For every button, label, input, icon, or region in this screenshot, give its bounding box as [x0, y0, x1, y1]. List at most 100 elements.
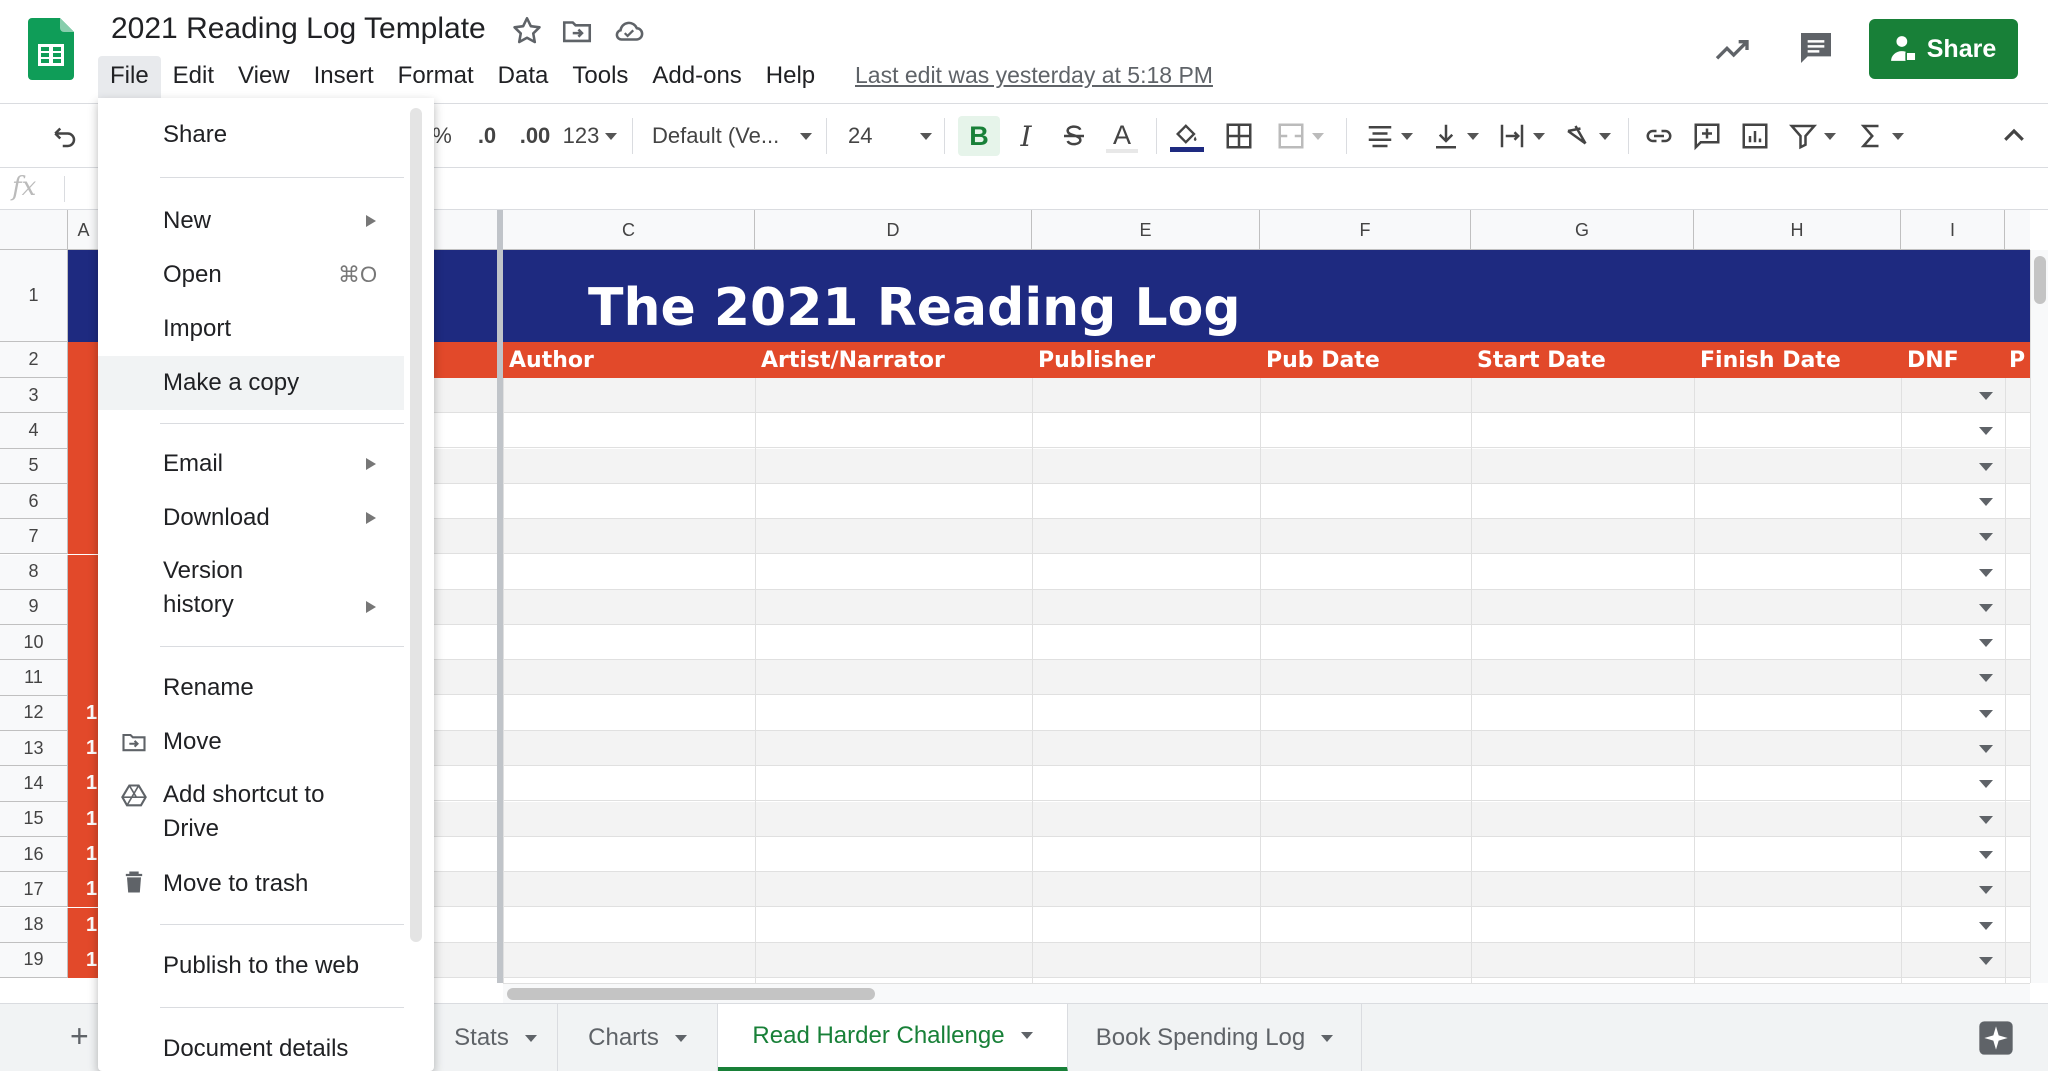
sheet-tab-book-spending-log[interactable]: Book Spending Log	[1068, 1004, 1362, 1071]
functions-button[interactable]	[1852, 116, 1908, 156]
frozen-column-divider[interactable]	[497, 210, 503, 983]
column-header-h[interactable]: H	[1694, 210, 1901, 250]
bold-button[interactable]: B	[958, 116, 1000, 156]
menu-add-ons[interactable]: Add-ons	[640, 56, 753, 98]
dropdown-arrow-icon[interactable]	[1979, 921, 1993, 930]
column-a-cell[interactable]	[68, 342, 98, 378]
dropdown-arrow-icon[interactable]	[1979, 886, 1993, 895]
header-cell-dnf[interactable]: DNF	[1901, 342, 2005, 378]
select-all-corner[interactable]	[0, 210, 68, 250]
explore-icon[interactable]	[1976, 1018, 2016, 1058]
decrease-decimal-button[interactable]: .0	[470, 116, 504, 156]
header-cell-p[interactable]: P	[2005, 342, 2030, 378]
star-icon[interactable]	[510, 14, 544, 48]
menu-item-import[interactable]: Import	[98, 302, 404, 356]
row-header[interactable]: 2	[0, 342, 68, 378]
document-title[interactable]: 2021 Reading Log Template	[111, 12, 486, 46]
row-header[interactable]: 7	[0, 519, 68, 555]
column-a-cell[interactable]	[68, 378, 98, 414]
dropdown-arrow-icon[interactable]	[1979, 462, 1993, 471]
menu-item-new[interactable]: New	[98, 194, 404, 248]
dropdown-arrow-icon[interactable]	[1979, 780, 1993, 789]
vertical-align-button[interactable]	[1428, 116, 1482, 156]
column-a-cell[interactable]	[68, 483, 98, 520]
menu-format[interactable]: Format	[386, 56, 486, 98]
row-header[interactable]: 18	[0, 907, 68, 943]
add-sheet-button[interactable]: +	[70, 1018, 89, 1055]
column-a-cell[interactable]: 1	[68, 872, 98, 908]
header-cell-publisher[interactable]: Publisher	[1032, 342, 1260, 378]
row-header[interactable]: 6	[0, 483, 68, 520]
header-cell-pub-date[interactable]: Pub Date	[1260, 342, 1471, 378]
text-wrap-button[interactable]	[1494, 116, 1548, 156]
column-header-e[interactable]: E	[1032, 210, 1260, 250]
row-header[interactable]: 16	[0, 836, 68, 873]
menu-help[interactable]: Help	[754, 56, 827, 98]
column-a-cell[interactable]: 1	[68, 766, 98, 802]
menu-item-version-history[interactable]: Version history	[98, 545, 404, 633]
header-cell-artist-narrator[interactable]: Artist/Narrator	[755, 342, 1032, 378]
dropdown-arrow-icon[interactable]	[1979, 533, 1993, 542]
column-a-cell[interactable]	[68, 625, 98, 661]
column-a-cell[interactable]: 1	[68, 942, 98, 979]
menu-item-document-details[interactable]: Document details	[98, 1022, 404, 1071]
column-header-d[interactable]: D	[755, 210, 1032, 250]
column-header-f[interactable]: F	[1260, 210, 1471, 250]
menu-item-open[interactable]: Open ⌘O	[98, 248, 404, 302]
fill-color-button[interactable]	[1168, 116, 1206, 156]
comments-icon[interactable]	[1796, 28, 1836, 68]
column-a-cell[interactable]	[68, 589, 98, 626]
column-a-cell[interactable]	[68, 413, 98, 449]
menu-data[interactable]: Data	[486, 56, 561, 98]
menu-tools[interactable]: Tools	[560, 56, 640, 98]
sheets-logo-icon[interactable]	[28, 18, 74, 80]
column-header-a[interactable]: A	[68, 210, 100, 250]
sheet-title-cell[interactable]: The 2021 Reading Log	[588, 250, 1241, 342]
text-rotation-button[interactable]	[1560, 116, 1614, 156]
column-a-cell[interactable]: 1	[68, 695, 98, 731]
activity-trend-icon[interactable]	[1712, 30, 1752, 70]
row-header[interactable]: 17	[0, 872, 68, 908]
insert-comment-button[interactable]	[1688, 116, 1726, 156]
row-header[interactable]: 1	[0, 250, 68, 342]
column-a-cell[interactable]	[68, 448, 98, 484]
dropdown-arrow-icon[interactable]	[1979, 745, 1993, 753]
dropdown-arrow-icon[interactable]	[1979, 709, 1993, 718]
cloud-saved-icon[interactable]	[612, 14, 646, 48]
column-a-cell[interactable]: 1	[68, 907, 98, 943]
dropdown-arrow-icon[interactable]	[1979, 956, 1993, 965]
row-header[interactable]: 5	[0, 448, 68, 484]
font-size-dropdown[interactable]: 24	[848, 116, 932, 156]
menu-insert[interactable]: Insert	[302, 56, 386, 98]
column-a-cell[interactable]: 1	[68, 731, 98, 767]
header-cell-start-date[interactable]: Start Date	[1471, 342, 1694, 378]
header-cell-finish-date[interactable]: Finish Date	[1694, 342, 1901, 378]
column-header-g[interactable]: G	[1471, 210, 1694, 250]
menu-item-rename[interactable]: Rename	[98, 661, 404, 715]
row-header[interactable]: 13	[0, 731, 68, 767]
vertical-scrollbar[interactable]	[2030, 250, 2048, 983]
row-header[interactable]: 15	[0, 801, 68, 837]
row-header[interactable]: 11	[0, 660, 68, 696]
row-header[interactable]: 10	[0, 625, 68, 661]
menu-item-add-shortcut-to-drive[interactable]: Add shortcut to Drive	[98, 769, 404, 857]
dropdown-arrow-icon[interactable]	[1979, 815, 1993, 824]
row-header[interactable]: 9	[0, 589, 68, 626]
dropdown-arrow-icon[interactable]	[1979, 603, 1993, 612]
last-edit-link[interactable]: Last edit was yesterday at 5:18 PM	[855, 62, 1213, 89]
number-format-dropdown[interactable]: 123	[562, 116, 618, 156]
borders-button[interactable]	[1220, 116, 1258, 156]
insert-link-button[interactable]	[1640, 116, 1678, 156]
column-a-cell[interactable]: 1	[68, 836, 98, 873]
row-header[interactable]: 3	[0, 378, 68, 414]
dropdown-arrow-icon[interactable]	[1979, 568, 1993, 577]
sheet-tab-charts[interactable]: Charts	[558, 1004, 718, 1071]
dropdown-arrow-icon[interactable]	[1979, 392, 1993, 400]
strikethrough-button[interactable]	[1056, 116, 1092, 156]
insert-chart-button[interactable]	[1736, 116, 1774, 156]
menu-item-download[interactable]: Download	[98, 491, 404, 545]
menu-edit[interactable]: Edit	[161, 56, 226, 98]
text-color-button[interactable]: A	[1104, 116, 1140, 156]
dropdown-arrow-icon[interactable]	[1979, 427, 1993, 436]
horizontal-align-button[interactable]	[1362, 116, 1416, 156]
